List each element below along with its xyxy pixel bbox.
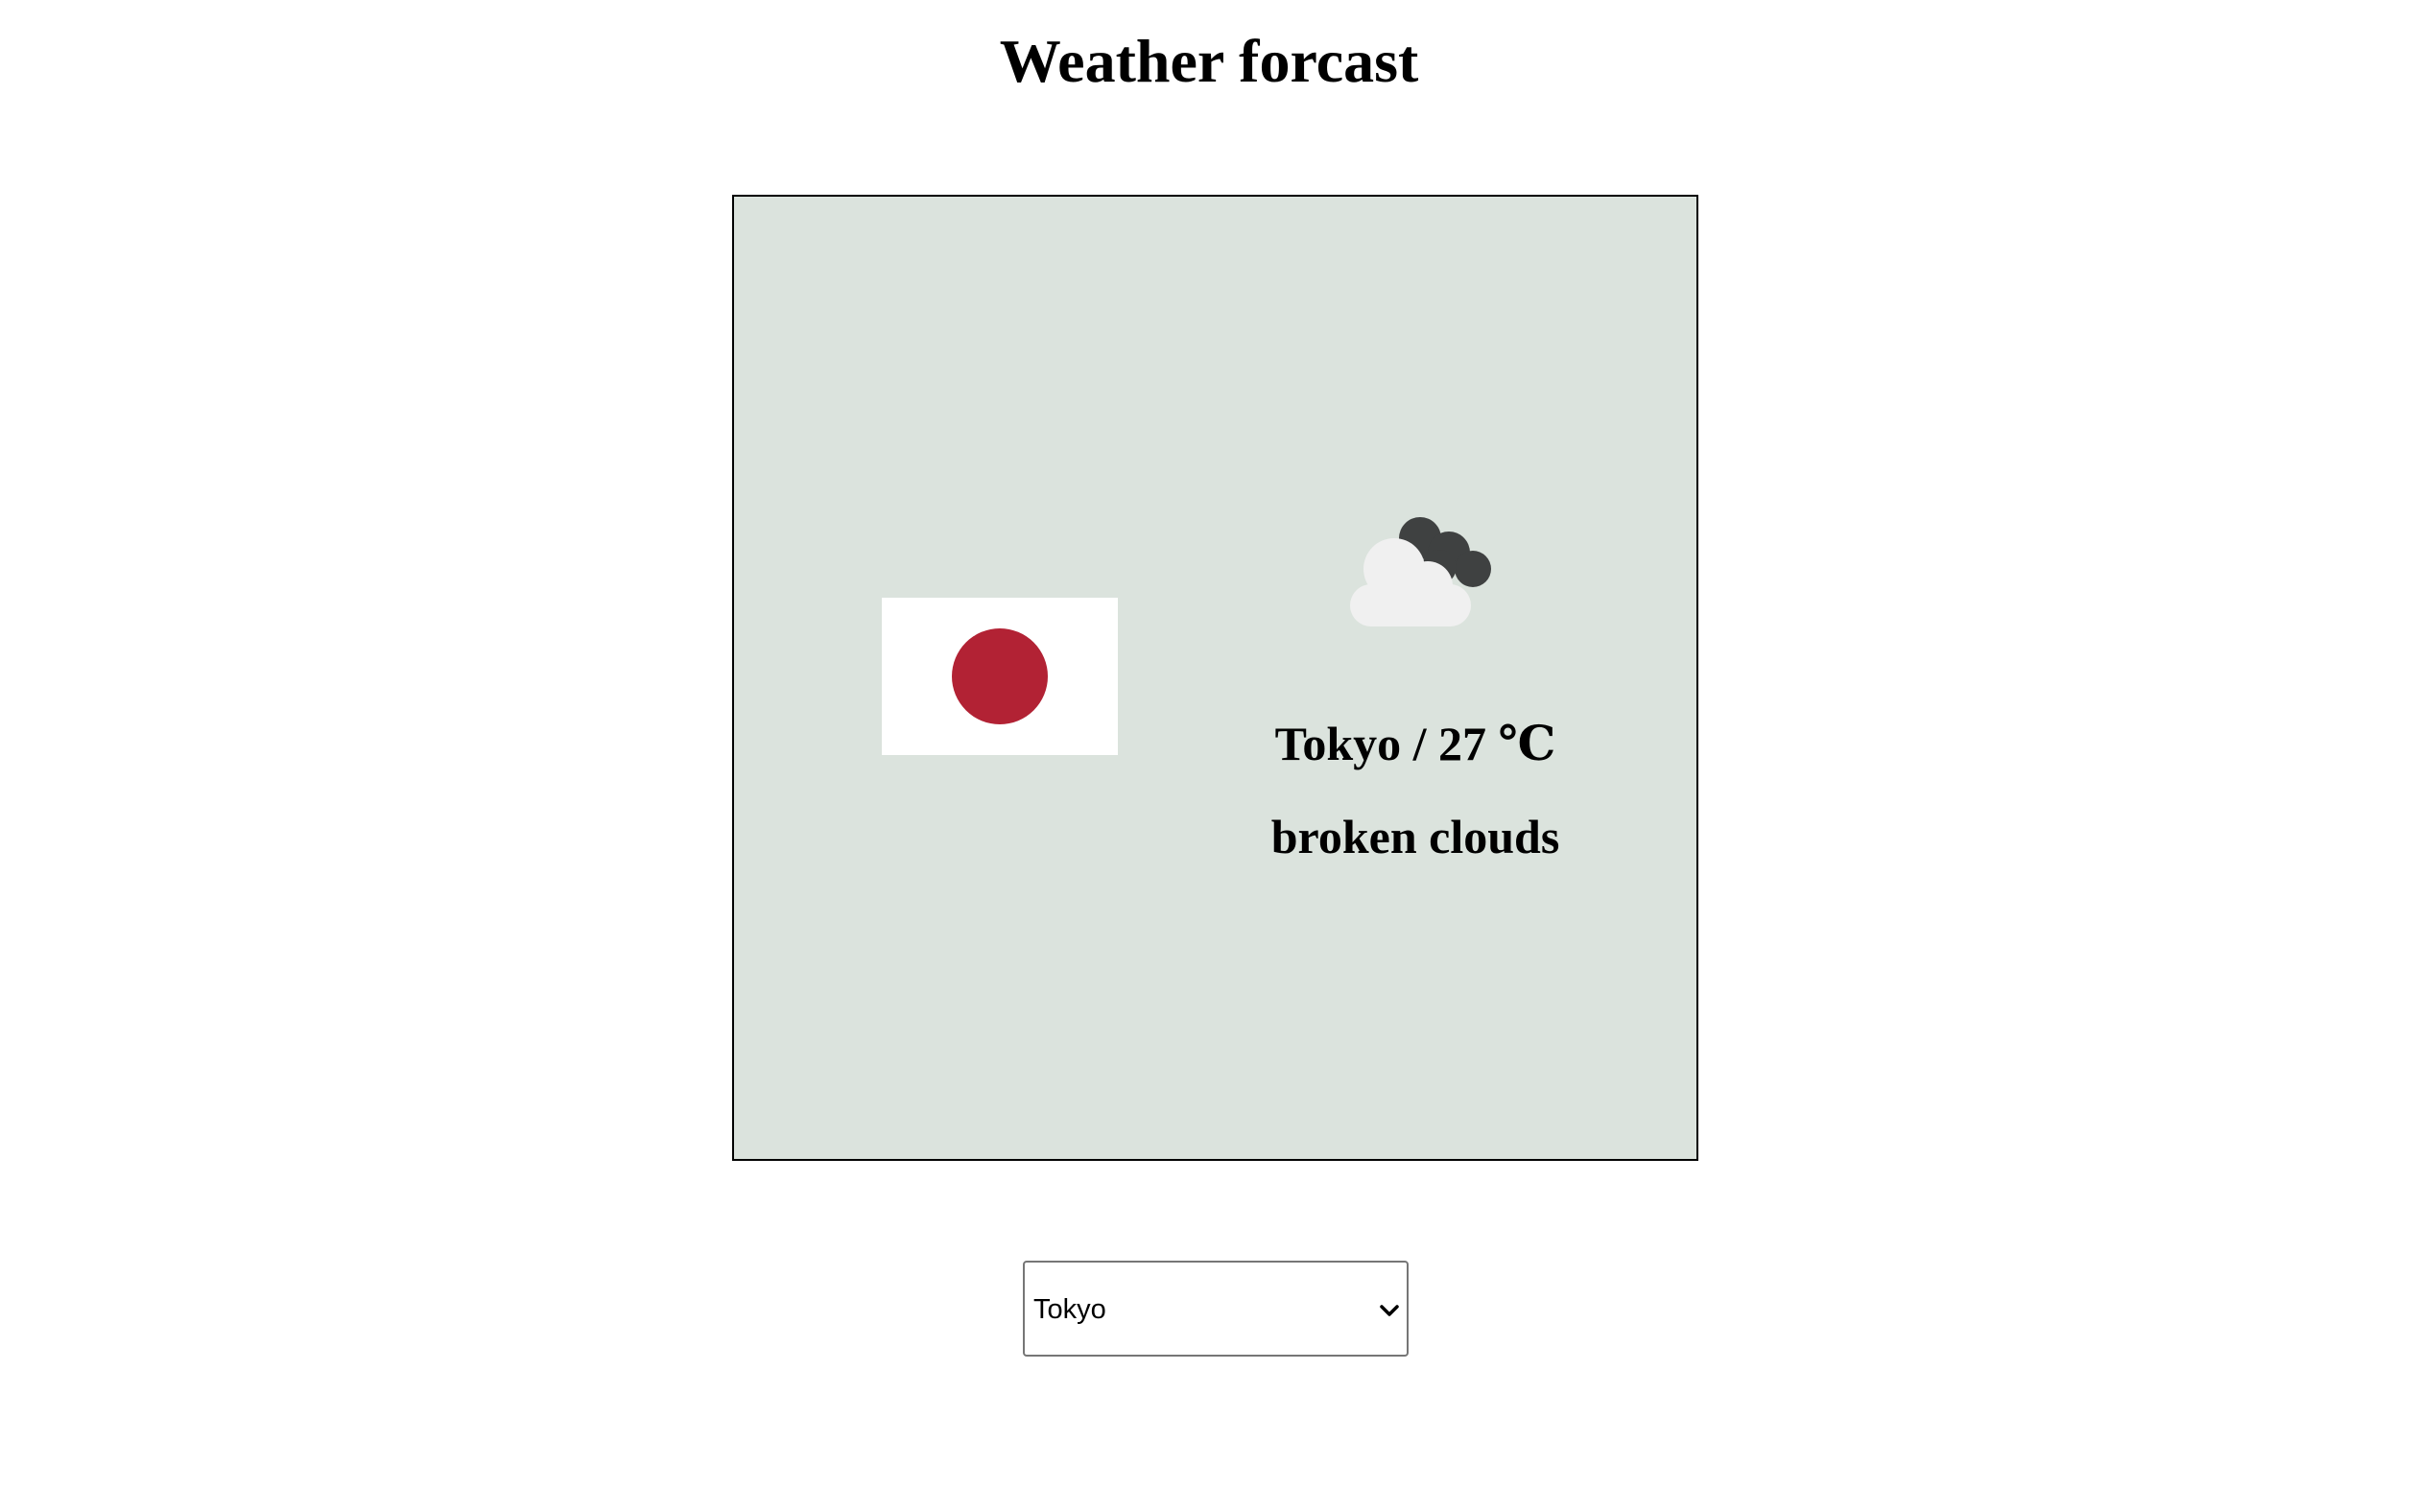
flag-sun-disc: [952, 628, 1048, 724]
city-select-value: Tokyo: [1033, 1294, 1106, 1325]
broken-clouds-icon: [1350, 517, 1491, 626]
page-title: Weather forcast: [999, 27, 1419, 95]
city-select[interactable]: Tokyo: [1023, 1261, 1409, 1357]
city-temperature: Tokyo / 27 ℃: [1274, 717, 1556, 770]
weather-description: broken clouds: [1270, 810, 1560, 863]
weather-card: Tokyo / 27 ℃ broken clouds: [732, 195, 1698, 1161]
chevron-down-icon: [1380, 1305, 1399, 1316]
japan-flag-icon: [882, 598, 1118, 755]
